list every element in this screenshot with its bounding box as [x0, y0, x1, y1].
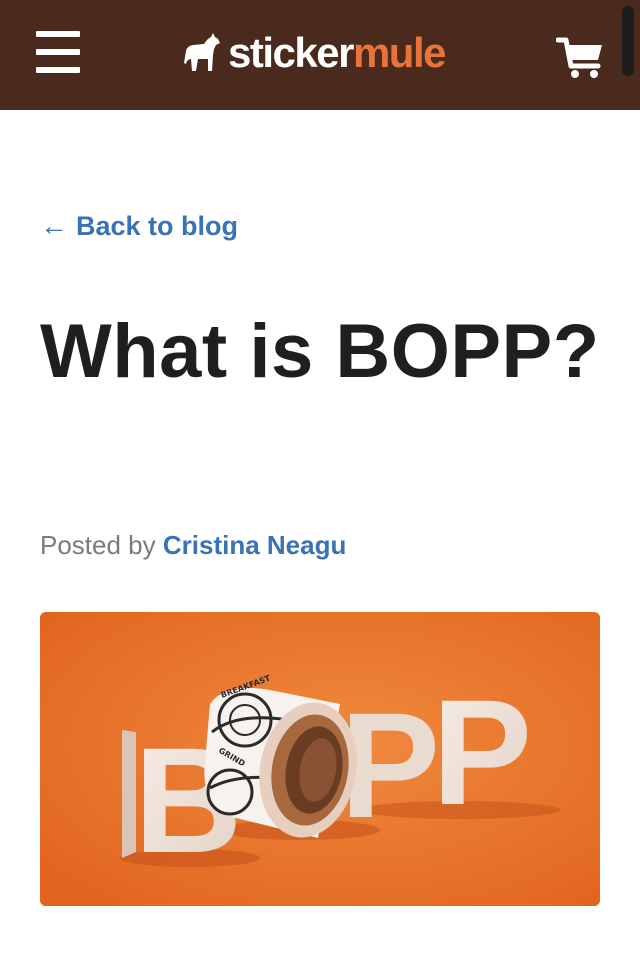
top-navigation-bar: stickermule — [0, 0, 640, 110]
back-to-blog-label: Back to blog — [76, 210, 239, 241]
article-byline: Posted by Cristina Neagu — [40, 530, 346, 561]
sticker-mule-logo[interactable]: stickermule — [178, 28, 447, 78]
bopp-hero-illustration: B P P BREAKFAST GRIND — [40, 612, 600, 906]
back-to-blog-link[interactable]: ← Back to blog — [40, 210, 238, 242]
menu-line — [36, 67, 80, 73]
scrollbar[interactable] — [622, 6, 634, 76]
menu-line — [36, 31, 80, 37]
letter-p-block-2: P — [432, 668, 532, 836]
shopping-cart-icon[interactable] — [555, 36, 606, 80]
svg-text:P: P — [432, 668, 532, 836]
author-link[interactable]: Cristina Neagu — [163, 530, 347, 560]
hamburger-menu-icon[interactable] — [36, 31, 82, 73]
logo-text-sticker: sticker — [228, 29, 354, 76]
posted-by-label: Posted by — [40, 530, 156, 560]
article-title: What is BOPP? — [40, 309, 600, 394]
mule-logo-icon — [184, 33, 220, 71]
menu-line — [36, 49, 80, 55]
logo-text-mule: mule — [352, 29, 447, 76]
article-hero-image: B P P BREAKFAST GRIND — [40, 612, 600, 906]
back-arrow-icon: ← — [40, 210, 68, 241]
